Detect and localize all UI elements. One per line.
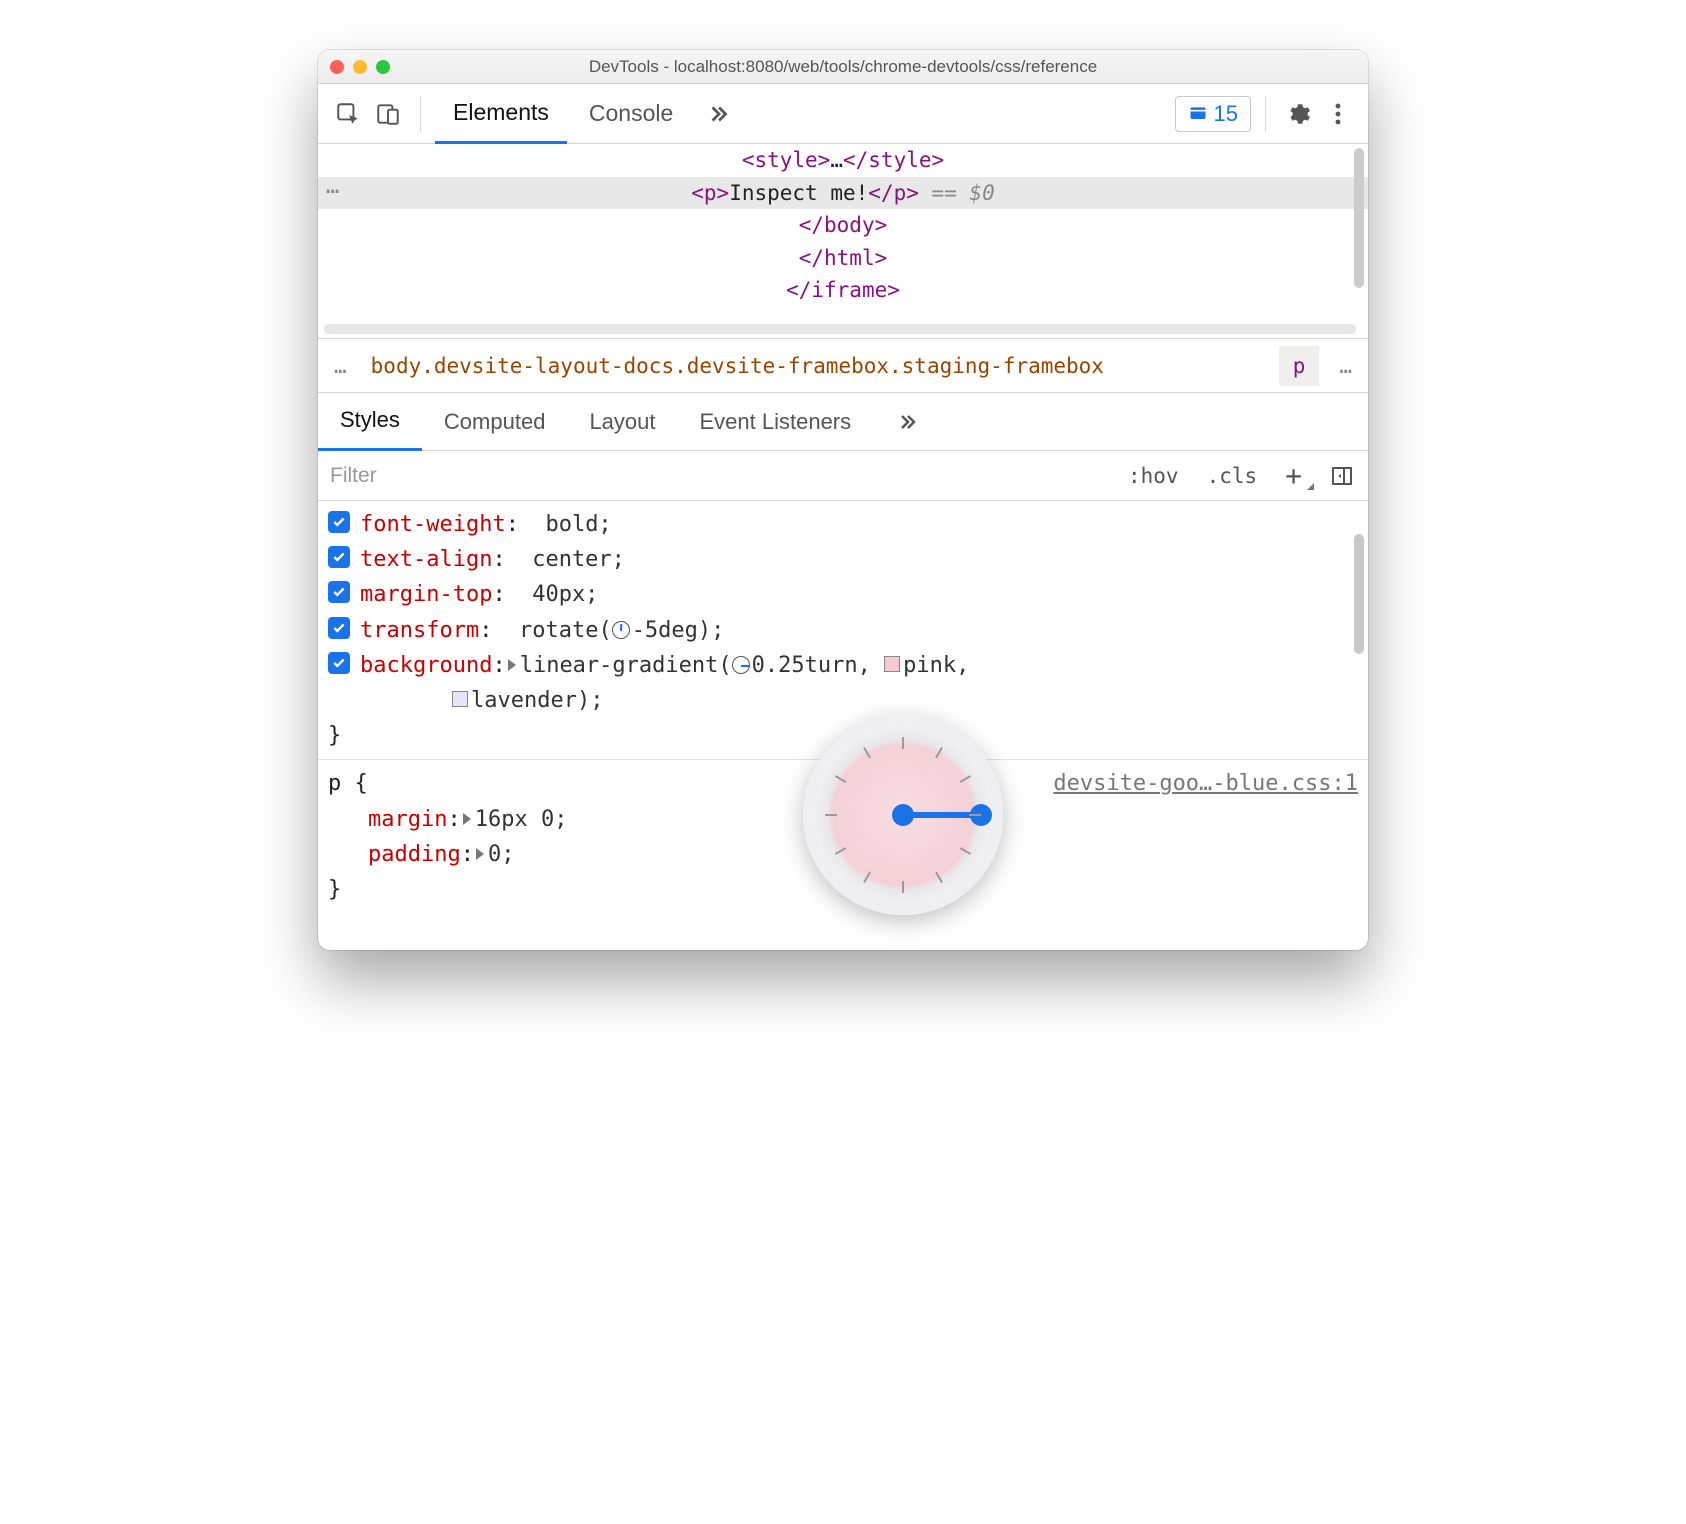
horizontal-scrollbar[interactable] [324, 324, 1356, 334]
color-swatch-pink[interactable] [884, 656, 900, 672]
kebab-menu-icon[interactable] [1320, 96, 1356, 132]
new-style-rule-button[interactable]: + [1271, 459, 1316, 492]
dom-line-selected[interactable]: <p>Inspect me!</p> == $0 [318, 177, 1368, 210]
property-enable-checkbox[interactable] [328, 511, 350, 533]
dom-line[interactable]: </body> [318, 209, 1368, 242]
styles-filter-row: :hov .cls + [318, 451, 1368, 501]
styles-tabs: Styles Computed Layout Event Listeners [318, 393, 1368, 451]
angle-tick [960, 847, 971, 855]
styles-filter-input[interactable] [318, 464, 1114, 488]
property-name[interactable]: margin [368, 807, 447, 832]
angle-tick [902, 881, 904, 893]
expand-triangle-icon[interactable] [508, 659, 516, 671]
css-property-row[interactable]: background:linear-gradient(0.25turn, pin… [328, 648, 1358, 718]
angle-tick [863, 747, 871, 758]
angle-tick [835, 847, 846, 855]
property-enable-checkbox[interactable] [328, 652, 350, 674]
gear-icon[interactable] [1280, 96, 1316, 132]
angle-tick [935, 747, 943, 758]
angle-center-dot [892, 804, 914, 826]
property-name[interactable]: text-align [360, 547, 492, 572]
issues-icon [1188, 104, 1208, 124]
expand-triangle-icon[interactable] [463, 813, 471, 825]
dom-line[interactable]: </iframe> [318, 274, 1368, 307]
vertical-scrollbar[interactable] [1354, 148, 1364, 288]
property-name[interactable]: background [360, 653, 492, 678]
cls-toggle[interactable]: .cls [1193, 464, 1272, 488]
angle-tick [960, 775, 971, 783]
angle-tick [863, 872, 871, 883]
property-value[interactable]: center; [532, 547, 625, 572]
separator [420, 96, 421, 132]
angle-tick [935, 872, 943, 883]
angle-picker-popup[interactable] [803, 715, 1003, 915]
expand-triangle-icon[interactable] [476, 848, 484, 860]
tab-layout[interactable]: Layout [567, 393, 677, 451]
property-enable-checkbox[interactable] [328, 581, 350, 603]
angle-tick [969, 814, 981, 816]
property-name[interactable]: font-weight [360, 512, 506, 537]
angle-tick [835, 775, 846, 783]
angle-icon[interactable] [732, 656, 750, 674]
color-swatch-lavender[interactable] [452, 691, 468, 707]
property-name[interactable]: margin-top [360, 582, 492, 607]
css-property-row[interactable]: font-weight: bold; [328, 507, 1358, 542]
window-title: DevTools - localhost:8080/web/tools/chro… [318, 57, 1368, 77]
device-toolbar-icon[interactable] [370, 96, 406, 132]
crumb-overflow-right[interactable]: … [1323, 354, 1368, 378]
rule-selector[interactable]: p { [328, 771, 368, 796]
issues-count: 15 [1214, 101, 1238, 127]
css-property-row[interactable]: text-align: center; [328, 542, 1358, 577]
tab-console[interactable]: Console [571, 84, 691, 144]
tab-styles[interactable]: Styles [318, 393, 422, 451]
dom-line[interactable]: </html> [318, 242, 1368, 275]
issues-badge[interactable]: 15 [1175, 96, 1251, 132]
inspect-element-icon[interactable] [330, 96, 366, 132]
dom-line[interactable]: <style>…</style> [318, 144, 1368, 177]
subtabs-overflow[interactable] [873, 393, 941, 451]
hov-toggle[interactable]: :hov [1114, 464, 1193, 488]
tab-elements[interactable]: Elements [435, 84, 567, 144]
crumb-selected[interactable]: p [1279, 346, 1320, 386]
property-name[interactable]: padding [368, 842, 461, 867]
property-value[interactable]: 40px; [532, 582, 598, 607]
toggle-sidebar-icon[interactable] [1316, 464, 1368, 488]
source-link[interactable]: devsite-goo…-blue.css:1 [1053, 766, 1358, 801]
separator [1265, 96, 1266, 132]
expand-ellipsis[interactable]: … [326, 174, 341, 199]
devtools-toolbar: Elements Console 15 [318, 84, 1368, 144]
crumb-body[interactable]: body.devsite-layout-docs.devsite-framebo… [363, 354, 1112, 378]
breadcrumb: … body.devsite-layout-docs.devsite-frame… [318, 339, 1368, 393]
dom-tree[interactable]: … <style>…</style> <p>Inspect me!</p> ==… [318, 144, 1368, 339]
property-enable-checkbox[interactable] [328, 546, 350, 568]
angle-icon[interactable] [612, 621, 630, 639]
property-value[interactable]: bold; [545, 512, 611, 537]
tabs-overflow[interactable] [695, 84, 741, 144]
property-enable-checkbox[interactable] [328, 617, 350, 639]
css-property-row[interactable]: transform: rotate(-5deg); [328, 613, 1358, 648]
titlebar: DevTools - localhost:8080/web/tools/chro… [318, 50, 1368, 84]
crumb-overflow-left[interactable]: … [318, 354, 363, 378]
tab-event-listeners[interactable]: Event Listeners [678, 393, 874, 451]
tab-computed[interactable]: Computed [422, 393, 568, 451]
css-property-row[interactable]: margin-top: 40px; [328, 577, 1358, 612]
angle-tick [902, 737, 904, 749]
property-name[interactable]: transform [360, 618, 479, 643]
angle-tick [825, 814, 837, 816]
vertical-scrollbar[interactable] [1354, 534, 1364, 654]
